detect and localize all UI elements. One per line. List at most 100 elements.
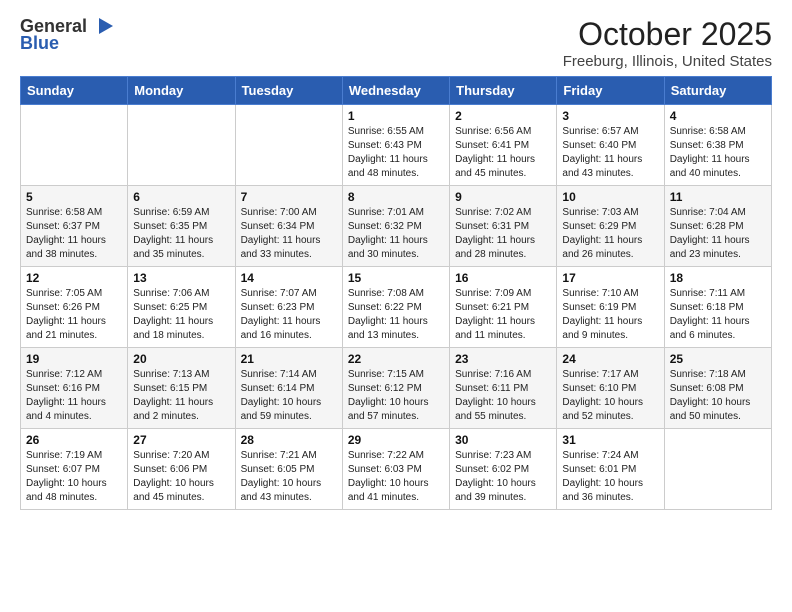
day-info: Sunrise: 6:58 AM Sunset: 6:37 PM Dayligh… [26, 206, 122, 262]
calendar-week-row: 12Sunrise: 7:05 AM Sunset: 6:26 PM Dayli… [21, 267, 772, 348]
table-row: 6Sunrise: 6:59 AM Sunset: 6:35 PM Daylig… [128, 186, 235, 267]
day-number: 13 [133, 271, 229, 285]
day-number: 22 [348, 352, 444, 366]
day-number: 9 [455, 190, 551, 204]
day-info: Sunrise: 7:13 AM Sunset: 6:15 PM Dayligh… [133, 368, 229, 424]
table-row [664, 429, 771, 510]
table-row: 28 Sunrise: 7:21 AM Sunset: 6:05 PM Dayli… [235, 429, 342, 510]
day-info: Sunrise: 7:01 AM Sunset: 6:32 PM Dayligh… [348, 206, 444, 262]
title-block: October 2025 Freeburg, Illinois, United … [563, 16, 772, 70]
table-row: 14Sunrise: 7:07 AM Sunset: 6:23 PM Dayli… [235, 267, 342, 348]
day-info: Sunrise: 7:05 AM Sunset: 6:26 PM Dayligh… [26, 287, 122, 343]
page-container: General Blue October 2025 Freeburg, Illi… [0, 0, 792, 520]
header: General Blue October 2025 Freeburg, Illi… [20, 16, 772, 70]
table-row: 21Sunrise: 7:14 AM Sunset: 6:14 PM Dayli… [235, 348, 342, 429]
day-info: Sunrise: 7:12 AM Sunset: 6:16 PM Dayligh… [26, 368, 122, 424]
day-info: Sunrise: 7:10 AM Sunset: 6:19 PM Dayligh… [562, 287, 658, 343]
logo-blue: Blue [20, 33, 59, 54]
table-row: 27 Sunrise: 7:20 AM Sunset: 6:06 PM Dayli… [128, 429, 235, 510]
table-row: 24 Sunrise: 7:17 AM Sunset: 6:10 PM Dayli… [557, 348, 664, 429]
day-info: Sunrise: 7:11 AM Sunset: 6:18 PM Dayligh… [670, 287, 766, 343]
table-row: 17 Sunrise: 7:10 AM Sunset: 6:19 PM Dayli… [557, 267, 664, 348]
header-sunday: Sunday [21, 77, 128, 105]
day-number: 28 [241, 433, 337, 447]
day-number: 6 [133, 190, 229, 204]
day-info: Sunrise: 7:04 AM Sunset: 6:28 PM Dayligh… [670, 206, 766, 262]
header-thursday: Thursday [450, 77, 557, 105]
day-number: 18 [670, 271, 766, 285]
day-number: 20 [133, 352, 229, 366]
calendar-week-row: 1 Sunrise: 6:55 AM Sunset: 6:43 PM Daylig… [21, 105, 772, 186]
day-number: 5 [26, 190, 122, 204]
day-number: 31 [562, 433, 658, 447]
day-info: Sunrise: 7:02 AM Sunset: 6:31 PM Dayligh… [455, 206, 551, 262]
day-info: Sunrise: 7:16 AM Sunset: 6:11 PM Dayligh… [455, 368, 551, 424]
day-info: Sunrise: 7:21 AM Sunset: 6:05 PM Dayligh… [241, 449, 337, 505]
header-saturday: Saturday [664, 77, 771, 105]
table-row: 19Sunrise: 7:12 AM Sunset: 6:16 PM Dayli… [21, 348, 128, 429]
table-row: 30 Sunrise: 7:23 AM Sunset: 6:02 PM Dayli… [450, 429, 557, 510]
day-info: Sunrise: 7:09 AM Sunset: 6:21 PM Dayligh… [455, 287, 551, 343]
day-info: Sunrise: 7:17 AM Sunset: 6:10 PM Dayligh… [562, 368, 658, 424]
header-friday: Friday [557, 77, 664, 105]
table-row: 10Sunrise: 7:03 AM Sunset: 6:29 PM Dayli… [557, 186, 664, 267]
day-info: Sunrise: 7:23 AM Sunset: 6:02 PM Dayligh… [455, 449, 551, 505]
table-row [21, 105, 128, 186]
table-row: 8 Sunrise: 7:01 AM Sunset: 6:32 PM Daylig… [342, 186, 449, 267]
table-row [235, 105, 342, 186]
calendar-header-row: Sunday Monday Tuesday Wednesday Thursday… [21, 77, 772, 105]
calendar-subtitle: Freeburg, Illinois, United States [563, 53, 772, 70]
day-info: Sunrise: 7:06 AM Sunset: 6:25 PM Dayligh… [133, 287, 229, 343]
day-number: 17 [562, 271, 658, 285]
calendar-week-row: 26 Sunrise: 7:19 AM Sunset: 6:07 PM Dayli… [21, 429, 772, 510]
day-info: Sunrise: 6:58 AM Sunset: 6:38 PM Dayligh… [670, 125, 766, 181]
calendar-title: October 2025 [563, 16, 772, 53]
table-row: 22 Sunrise: 7:15 AM Sunset: 6:12 PM Dayli… [342, 348, 449, 429]
day-info: Sunrise: 6:56 AM Sunset: 6:41 PM Dayligh… [455, 125, 551, 181]
table-row: 12Sunrise: 7:05 AM Sunset: 6:26 PM Dayli… [21, 267, 128, 348]
day-number: 16 [455, 271, 551, 285]
table-row: 4Sunrise: 6:58 AM Sunset: 6:38 PM Daylig… [664, 105, 771, 186]
day-info: Sunrise: 7:22 AM Sunset: 6:03 PM Dayligh… [348, 449, 444, 505]
table-row: 2 Sunrise: 6:56 AM Sunset: 6:41 PM Daylig… [450, 105, 557, 186]
day-number: 3 [562, 109, 658, 123]
day-info: Sunrise: 7:19 AM Sunset: 6:07 PM Dayligh… [26, 449, 122, 505]
day-number: 26 [26, 433, 122, 447]
header-tuesday: Tuesday [235, 77, 342, 105]
day-number: 27 [133, 433, 229, 447]
day-info: Sunrise: 7:14 AM Sunset: 6:14 PM Dayligh… [241, 368, 337, 424]
day-info: Sunrise: 6:55 AM Sunset: 6:43 PM Dayligh… [348, 125, 444, 181]
table-row: 3 Sunrise: 6:57 AM Sunset: 6:40 PM Daylig… [557, 105, 664, 186]
day-info: Sunrise: 7:00 AM Sunset: 6:34 PM Dayligh… [241, 206, 337, 262]
day-number: 24 [562, 352, 658, 366]
header-wednesday: Wednesday [342, 77, 449, 105]
day-number: 2 [455, 109, 551, 123]
day-number: 29 [348, 433, 444, 447]
table-row: 31Sunrise: 7:24 AM Sunset: 6:01 PM Dayli… [557, 429, 664, 510]
day-number: 30 [455, 433, 551, 447]
table-row: 15Sunrise: 7:08 AM Sunset: 6:22 PM Dayli… [342, 267, 449, 348]
table-row: 5 Sunrise: 6:58 AM Sunset: 6:37 PM Daylig… [21, 186, 128, 267]
calendar-week-row: 5 Sunrise: 6:58 AM Sunset: 6:37 PM Daylig… [21, 186, 772, 267]
day-info: Sunrise: 6:57 AM Sunset: 6:40 PM Dayligh… [562, 125, 658, 181]
calendar-week-row: 19Sunrise: 7:12 AM Sunset: 6:16 PM Dayli… [21, 348, 772, 429]
table-row: 9 Sunrise: 7:02 AM Sunset: 6:31 PM Daylig… [450, 186, 557, 267]
table-row: 18 Sunrise: 7:11 AM Sunset: 6:18 PM Dayli… [664, 267, 771, 348]
table-row: 13 Sunrise: 7:06 AM Sunset: 6:25 PM Dayli… [128, 267, 235, 348]
day-info: Sunrise: 7:08 AM Sunset: 6:22 PM Dayligh… [348, 287, 444, 343]
table-row: 29 Sunrise: 7:22 AM Sunset: 6:03 PM Dayli… [342, 429, 449, 510]
day-number: 8 [348, 190, 444, 204]
logo: General Blue [20, 16, 113, 54]
day-info: Sunrise: 7:07 AM Sunset: 6:23 PM Dayligh… [241, 287, 337, 343]
day-info: Sunrise: 7:18 AM Sunset: 6:08 PM Dayligh… [670, 368, 766, 424]
calendar-table: Sunday Monday Tuesday Wednesday Thursday… [20, 76, 772, 510]
day-number: 25 [670, 352, 766, 366]
table-row: 23 Sunrise: 7:16 AM Sunset: 6:11 PM Dayli… [450, 348, 557, 429]
day-number: 10 [562, 190, 658, 204]
day-info: Sunrise: 7:20 AM Sunset: 6:06 PM Dayligh… [133, 449, 229, 505]
day-number: 7 [241, 190, 337, 204]
day-info: Sunrise: 7:15 AM Sunset: 6:12 PM Dayligh… [348, 368, 444, 424]
day-number: 23 [455, 352, 551, 366]
day-number: 1 [348, 109, 444, 123]
day-number: 11 [670, 190, 766, 204]
